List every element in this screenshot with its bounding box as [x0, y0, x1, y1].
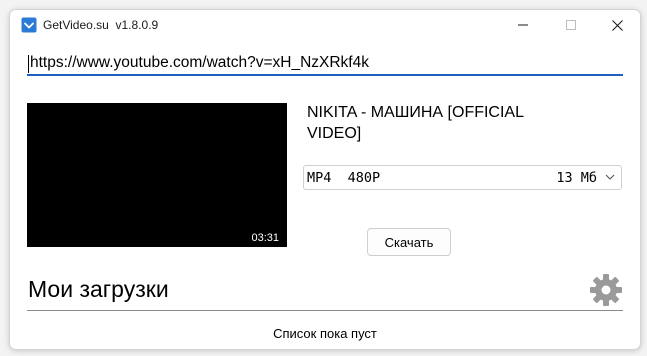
format-size: 13 Мб [556, 170, 597, 186]
video-thumbnail[interactable]: 03:31 [27, 103, 287, 247]
window-title: GetVideo.su v1.8.0.9 [43, 18, 158, 32]
gear-icon[interactable] [589, 273, 623, 307]
app-window: GetVideo.su v1.8.0.9 https://www.youtube… [9, 9, 641, 350]
url-input[interactable]: https://www.youtube.com/watch?v=xH_NzXRk… [27, 52, 623, 76]
section-divider [27, 310, 623, 311]
app-version: v1.8.0.9 [115, 18, 159, 32]
text-caret [28, 55, 29, 73]
minimize-button[interactable] [500, 10, 546, 40]
close-button[interactable] [594, 10, 640, 40]
video-title: NIKITA - МАШИНА [OFFICIAL VIDEO] [307, 104, 524, 142]
maximize-button[interactable] [548, 10, 594, 40]
download-button[interactable]: Скачать [367, 228, 451, 256]
close-icon [611, 19, 623, 31]
format-label: MP4 480P [307, 170, 381, 186]
maximize-icon [566, 20, 576, 30]
app-name: GetVideo.su [43, 18, 109, 32]
downloads-empty-message: Список пока пуст [273, 326, 377, 341]
minimize-icon [518, 24, 528, 26]
title-bar[interactable]: GetVideo.su v1.8.0.9 [10, 10, 640, 40]
format-select[interactable]: MP4 480P 13 Мб [303, 165, 622, 190]
download-box-icon [21, 17, 37, 33]
chevron-down-icon [605, 174, 615, 180]
video-duration: 03:31 [251, 232, 279, 244]
downloads-heading: Мои загрузки [28, 276, 169, 302]
url-input-value: https://www.youtube.com/watch?v=xH_NzXRk… [30, 54, 369, 71]
